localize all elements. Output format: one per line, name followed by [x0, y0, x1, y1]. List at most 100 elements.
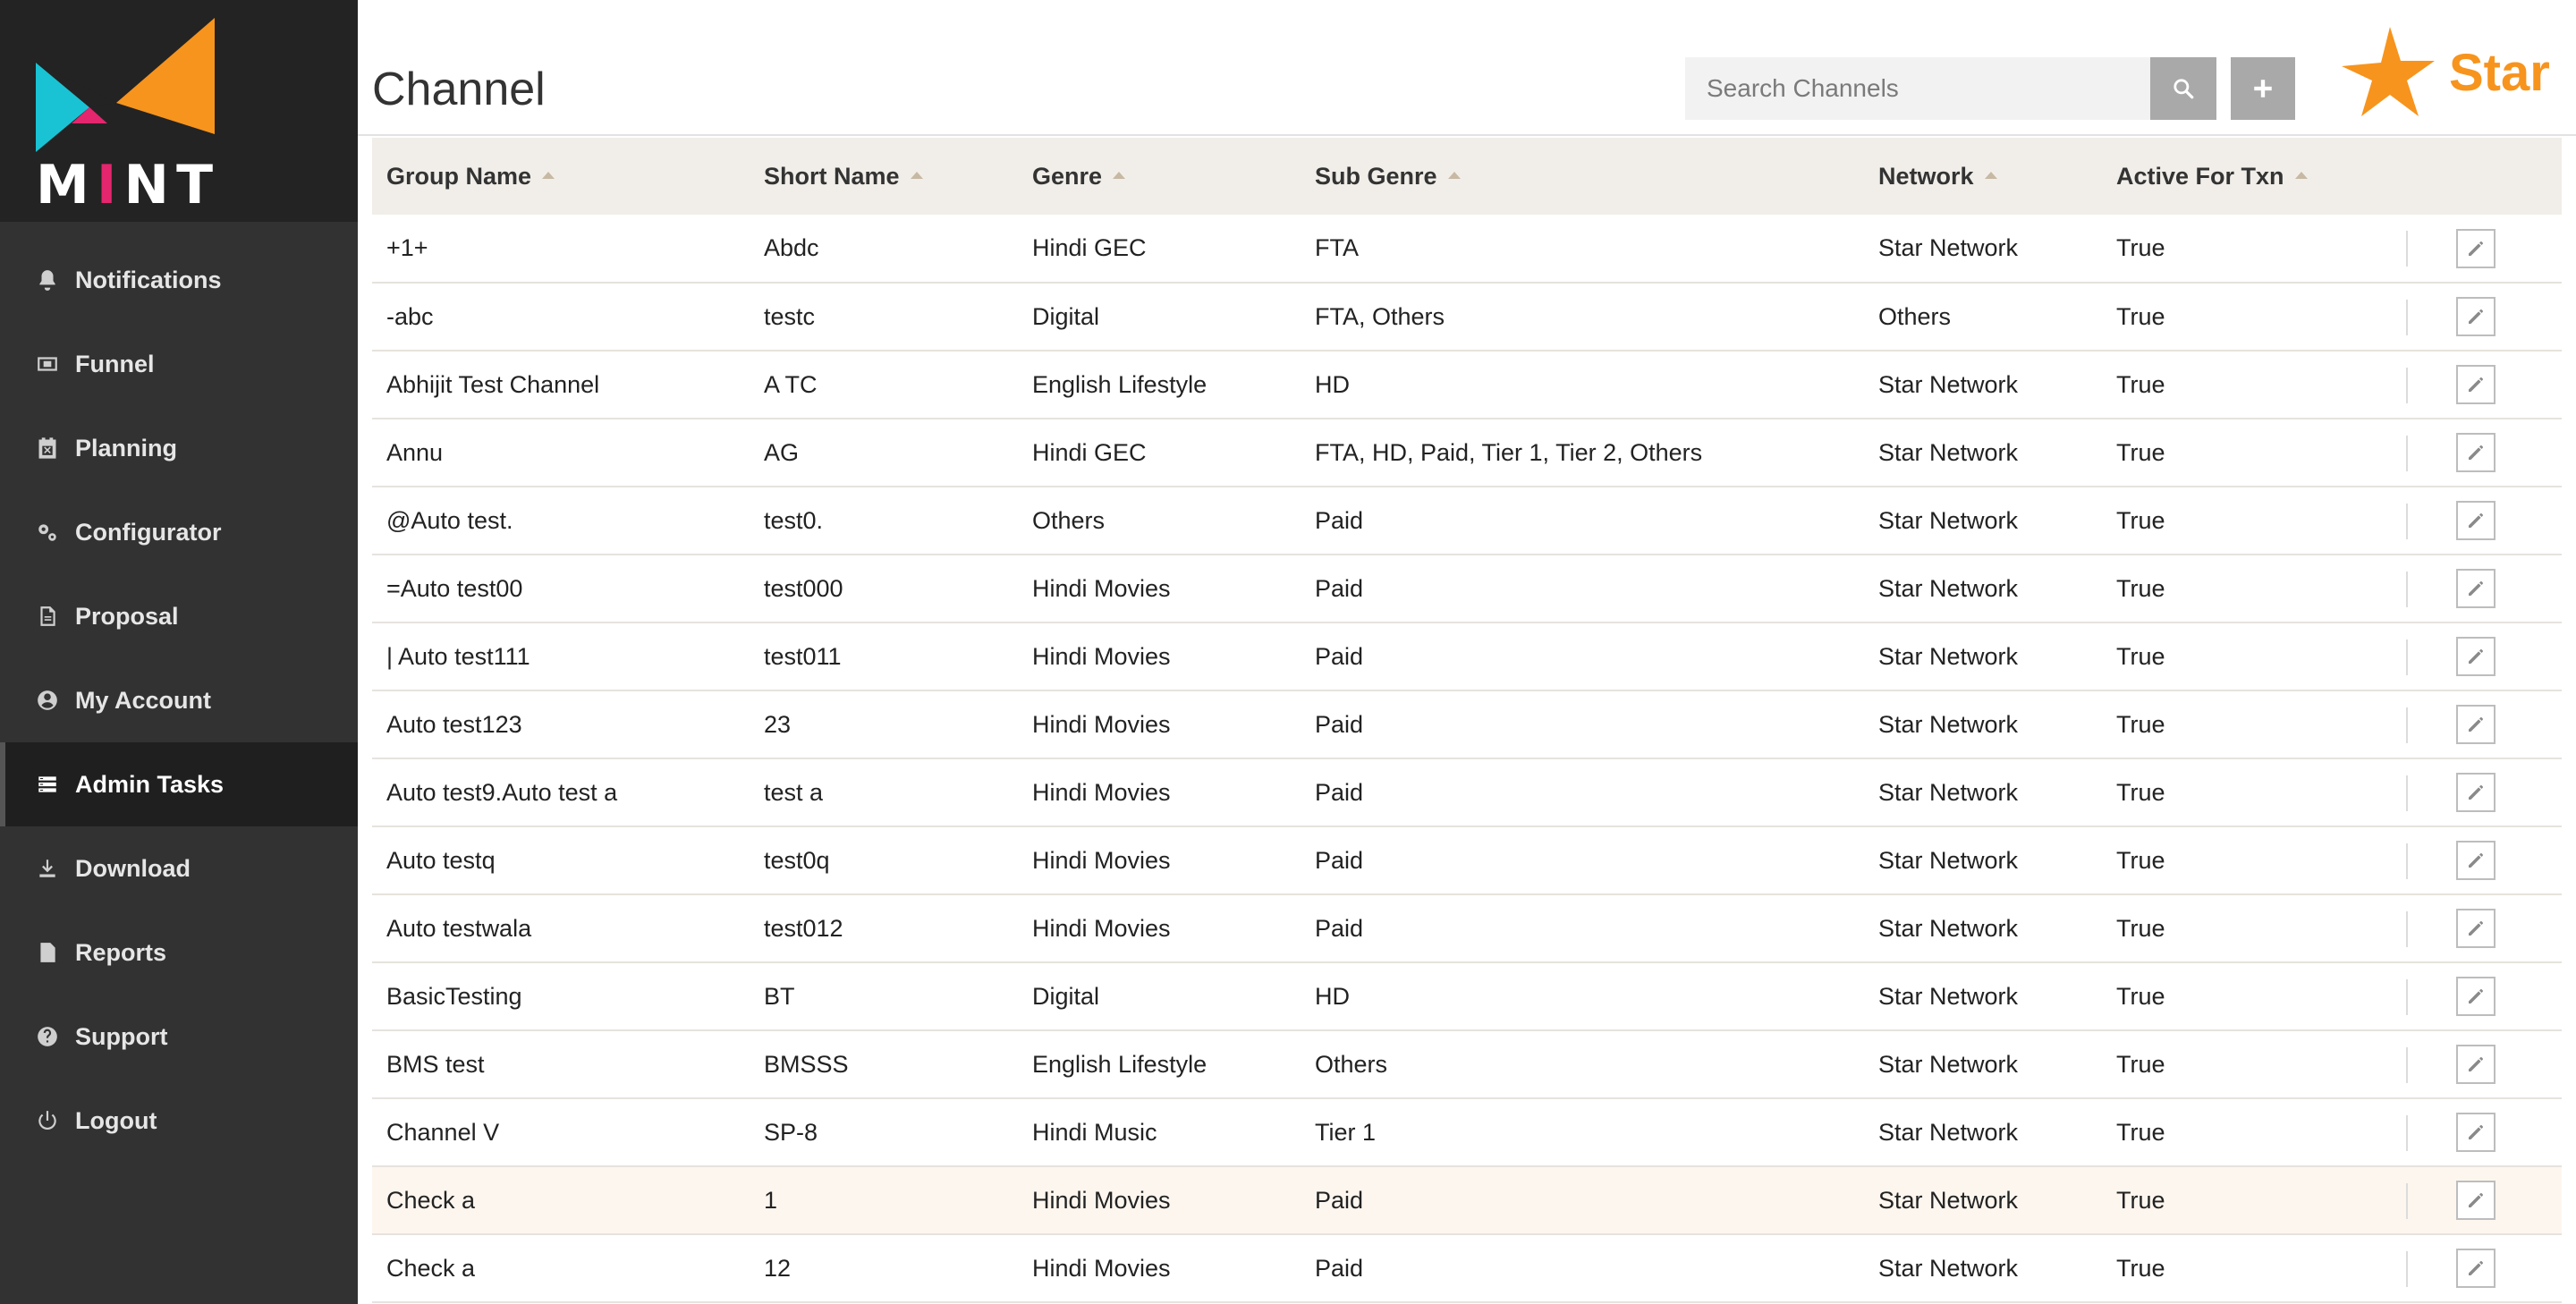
cell-network: Others [1878, 302, 1952, 330]
column-header-sub-genre[interactable]: Sub Genre [1301, 138, 1864, 215]
column-header-genre[interactable]: Genre [1018, 138, 1301, 215]
cell-short-name: A TC [764, 370, 818, 398]
table-row: BasicTesting BT Digital HD Star Network True [372, 962, 2562, 1030]
cell-group-name: Channel V [386, 1118, 500, 1146]
table-row: Annu AG Hindi GEC FTA, HD, Paid, Tier 1, Ti… [372, 419, 2562, 487]
cell-active-for-txn: True [2116, 1186, 2165, 1214]
cell-group-name: BMS test [386, 1050, 485, 1078]
table-row: Auto test123 23 Hindi Movies Paid Star Netwo… [372, 690, 2562, 758]
column-header-network[interactable]: Network [1864, 138, 2102, 215]
edit-button[interactable] [2456, 705, 2496, 744]
sidebar-item-label: Notifications [75, 266, 222, 293]
sidebar-item-planning[interactable]: Planning [0, 406, 358, 490]
pencil-icon [2469, 513, 2483, 528]
pencil-icon [2469, 649, 2483, 664]
cell-actions [2406, 622, 2562, 690]
edit-button[interactable] [2456, 977, 2496, 1016]
add-channel-button[interactable] [2231, 57, 2295, 120]
pencil-icon [2469, 445, 2483, 460]
edit-button[interactable] [2456, 433, 2496, 472]
edit-button[interactable] [2456, 569, 2496, 608]
cell-active-for-txn: True [2116, 642, 2165, 670]
table-header-row: Group Name Short Name Genre Sub Genre Ne… [372, 138, 2562, 215]
sidebar-item-funnel[interactable]: Funnel [0, 322, 358, 406]
cell-actions [2406, 419, 2562, 487]
edit-button[interactable] [2456, 841, 2496, 880]
cell-network: Star Network [1878, 642, 2019, 670]
edit-button[interactable] [2456, 365, 2496, 404]
table-row: @Auto test. test0. Others Paid Star Network T… [372, 487, 2562, 555]
search-button[interactable] [2150, 57, 2216, 120]
sidebar: MINT Notifications Funnel Planning Confi… [0, 0, 358, 1304]
sidebar-item-logout[interactable]: Logout [0, 1079, 358, 1163]
sidebar-item-notifications[interactable]: Notifications [0, 238, 358, 322]
sidebar-item-support[interactable]: Support [0, 995, 358, 1079]
cell-group-name: BasicTesting [386, 982, 522, 1010]
cell-sub-genre: Others [1315, 1050, 1388, 1078]
column-header-active-for-txn[interactable]: Active For Txn [2102, 138, 2406, 215]
cell-genre: Hindi Movies [1032, 574, 1171, 602]
pencil-icon [2469, 989, 2483, 1003]
cell-group-name: | Auto test111 [386, 642, 530, 670]
cell-network: Star Network [1878, 914, 2019, 942]
edit-button[interactable] [2456, 1113, 2496, 1152]
edit-button[interactable] [2456, 1181, 2496, 1220]
sidebar-item-label: Support [75, 1022, 168, 1050]
cell-network: Star Network [1878, 506, 2019, 534]
pencil-icon [2469, 1193, 2483, 1207]
cell-short-name: AG [764, 438, 800, 466]
sidebar-item-label: Admin Tasks [75, 770, 225, 798]
edit-button[interactable] [2456, 228, 2496, 268]
edit-button[interactable] [2456, 773, 2496, 812]
table-row: Channel V SP-8 Hindi Music Tier 1 Star Netwo… [372, 1098, 2562, 1166]
column-header-group-name[interactable]: Group Name [372, 138, 750, 215]
table-row: Abhijit Test Channel A TC English Lifestyl… [372, 351, 2562, 419]
edit-button[interactable] [2456, 1045, 2496, 1084]
sidebar-item-reports[interactable]: Reports [0, 910, 358, 995]
cell-sub-genre: Paid [1315, 574, 1364, 602]
cell-actions [2406, 487, 2562, 555]
sort-icon [1984, 172, 1997, 180]
tasks-icon [34, 771, 61, 798]
table-row: | Auto test111 test011 Hindi Movies Paid Sta… [372, 622, 2562, 690]
table-row: =Auto test00 test000 Hindi Movies Paid Star … [372, 555, 2562, 622]
cell-sub-genre: FTA [1315, 234, 1359, 261]
sidebar-item-proposal[interactable]: Proposal [0, 574, 358, 658]
cell-short-name: test0q [764, 846, 830, 874]
cell-short-name: 23 [764, 710, 792, 738]
user-circle-icon [34, 687, 61, 714]
brand-logo[interactable]: MINT [0, 0, 358, 222]
search-icon [2174, 79, 2194, 99]
cell-genre: Digital [1032, 302, 1100, 330]
power-icon [34, 1107, 61, 1134]
search-input[interactable] [1685, 57, 2150, 120]
cell-genre: English Lifestyle [1032, 1050, 1208, 1078]
sidebar-item-my-account[interactable]: My Account [0, 658, 358, 742]
cell-genre: Hindi Movies [1032, 1254, 1171, 1282]
pencil-icon [2469, 921, 2483, 936]
cell-active-for-txn: True [2116, 370, 2165, 398]
star-icon [2342, 27, 2435, 116]
edit-button[interactable] [2456, 1249, 2496, 1288]
sidebar-item-configurator[interactable]: Configurator [0, 490, 358, 574]
column-header-short-name[interactable]: Short Name [750, 138, 1018, 215]
table-row: -abc testc Digital FTA, Others Others True [372, 283, 2562, 351]
cell-active-for-txn: True [2116, 778, 2165, 806]
cell-group-name: =Auto test00 [386, 574, 523, 602]
funnel-icon [34, 351, 61, 377]
edit-button[interactable] [2456, 297, 2496, 336]
cell-network: Star Network [1878, 846, 2019, 874]
edit-button[interactable] [2456, 501, 2496, 540]
edit-button[interactable] [2456, 909, 2496, 948]
cell-actions [2406, 215, 2562, 283]
cell-genre: Hindi Movies [1032, 914, 1171, 942]
sort-icon [542, 172, 555, 180]
cell-short-name: SP-8 [764, 1118, 818, 1146]
sidebar-item-admin-tasks[interactable]: Admin Tasks [0, 742, 358, 826]
sidebar-item-download[interactable]: Download [0, 826, 358, 910]
cell-actions [2406, 690, 2562, 758]
page-header: Channel Star [358, 0, 2576, 136]
sidebar-item-label: Logout [75, 1106, 157, 1134]
table-row: Auto testq test0q Hindi Movies Paid Star Net… [372, 826, 2562, 894]
edit-button[interactable] [2456, 637, 2496, 676]
